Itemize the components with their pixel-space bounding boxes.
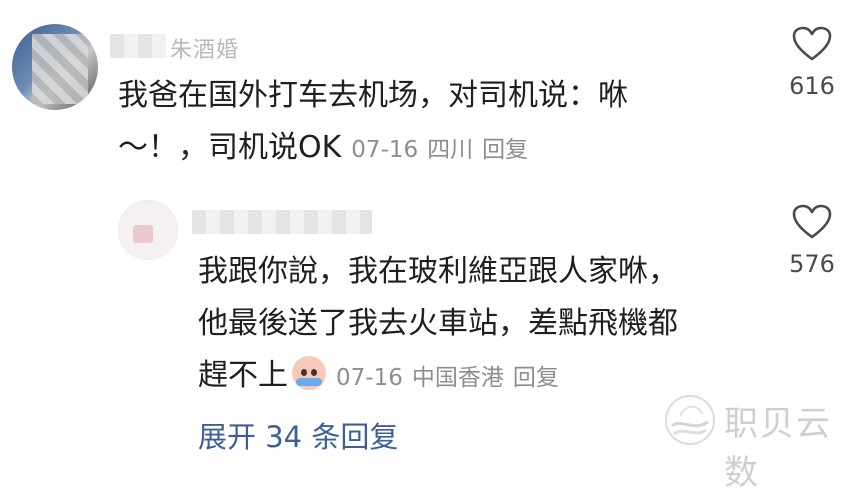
reply-line-3: 趕不上 07-16 中国香港 回复	[198, 350, 678, 404]
commenter-avatar[interactable]	[12, 24, 98, 110]
comment-line-2: ～！，司机说OK 07-16 四川 回复	[118, 122, 628, 176]
watermark-logo-icon	[665, 395, 715, 445]
comment-meta: 07-16 四川 回复	[351, 137, 537, 163]
comment-line-1: 我爸在国外打车去机场，对司机说：咻	[118, 78, 628, 113]
reply-line-2: 他最後送了我去火車站，差點飛機都	[198, 306, 678, 341]
reply-like-count: 576	[789, 250, 835, 278]
comment-date: 07-16	[351, 137, 419, 163]
username-mask	[110, 34, 166, 58]
watermark: 职贝云数	[662, 388, 858, 493]
commenter-username[interactable]: 朱酒婚	[170, 32, 239, 64]
comment-like-group[interactable]: 616	[772, 26, 852, 100]
reply-reply-button[interactable]: 回复	[513, 365, 559, 391]
reply-text: 我跟你說，我在玻利維亞跟人家咻， 他最後送了我去火車站，差點飛機都 趕不上 07-…	[198, 246, 678, 404]
reply-meta: 07-16 中国香港 回复	[336, 365, 568, 391]
avatar-figure	[133, 225, 153, 243]
replier-username-mask	[192, 210, 372, 234]
heart-icon[interactable]	[792, 204, 832, 240]
comment-text: 我爸在国外打车去机场，对司机说：咻 ～！，司机说OK 07-16 四川 回复	[118, 70, 628, 176]
comment-like-count: 616	[789, 72, 835, 100]
reply-location: 中国香港	[411, 365, 504, 391]
avatar-blur-mask	[32, 34, 88, 104]
comment-reply-button[interactable]: 回复	[482, 137, 528, 163]
comment-line-2-text: ～！，司机说OK	[118, 130, 342, 165]
heart-icon[interactable]	[792, 26, 832, 62]
reply-line-1: 我跟你說，我在玻利維亞跟人家咻，	[198, 254, 678, 289]
reply-line-3-text: 趕不上	[198, 358, 288, 393]
expand-replies-link[interactable]: 展开 34 条回复	[198, 414, 398, 456]
crying-face-icon	[292, 356, 326, 390]
replier-avatar[interactable]	[118, 200, 178, 260]
reply-date: 07-16	[336, 365, 403, 391]
reply-like-group[interactable]: 576	[772, 204, 852, 278]
comment-location: 四川	[427, 137, 474, 163]
tear-shape	[296, 378, 322, 386]
watermark-text: 职贝云数	[724, 404, 832, 493]
